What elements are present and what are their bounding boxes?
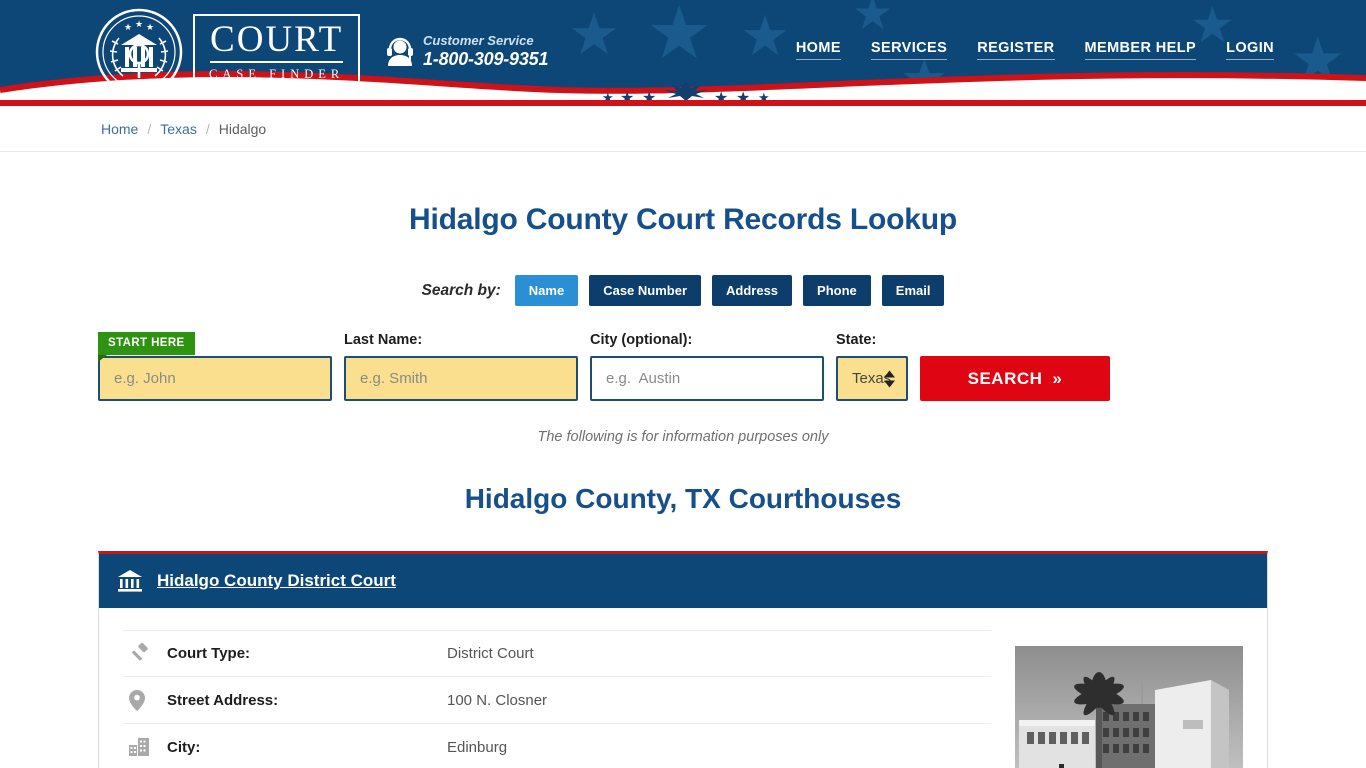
nav-item-services[interactable]: SERVICES	[870, 40, 948, 60]
courthouse-bank-icon	[118, 570, 142, 592]
last-name-label: Last Name:	[344, 332, 423, 348]
breadcrumb: Home / Texas / Hidalgo	[0, 106, 1366, 152]
breadcrumb-separator: /	[147, 120, 152, 137]
logo-title: COURT	[210, 21, 344, 63]
breadcrumb-item-current: Hidalgo	[218, 120, 267, 137]
breadcrumb-separator: /	[205, 120, 210, 137]
tab-name[interactable]: Name	[514, 275, 579, 306]
gavel-icon	[123, 643, 167, 664]
search-form: START HERE First Name: Last Name: City (…	[0, 332, 1366, 401]
detail-key: Street Address:	[167, 691, 279, 709]
last-name-input[interactable]	[344, 356, 578, 401]
information-disclaimer: The following is for information purpose…	[537, 429, 829, 445]
site-logo[interactable]: ★ ★ ★ COURT CASE FINDER	[95, 8, 361, 96]
logo-subtitle: CASE FINDER	[209, 67, 345, 81]
logo-wordmark: COURT CASE FINDER	[193, 14, 361, 90]
court-card: Hidalgo County District Court Court Type…	[98, 551, 1268, 768]
start-here-badge: START HERE	[98, 332, 195, 362]
detail-key: City:	[167, 738, 201, 756]
headset-support-icon	[387, 37, 413, 66]
state-select[interactable]: Texas	[836, 356, 908, 401]
city-label: City (optional):	[590, 332, 693, 348]
detail-value: 100 N. Closner	[447, 691, 548, 709]
svg-text:★: ★	[124, 23, 132, 33]
tab-case-number[interactable]: Case Number	[589, 275, 702, 306]
table-row: City: Edinburg	[123, 724, 991, 768]
first-name-input[interactable]	[98, 356, 332, 401]
nav-item-member-help[interactable]: MEMBER HELP	[1084, 40, 1197, 60]
court-seal-icon: ★ ★ ★	[95, 8, 183, 96]
search-button[interactable]: SEARCH »	[920, 356, 1110, 401]
detail-value: Edinburg	[447, 738, 508, 756]
customer-service-label: Customer Service	[423, 33, 534, 48]
table-row: Court Type: District Court	[123, 630, 991, 677]
building-icon	[123, 738, 167, 756]
state-label: State:	[836, 332, 877, 348]
nav-item-register[interactable]: REGISTER	[977, 40, 1055, 60]
court-name-link[interactable]: Hidalgo County District Court	[157, 571, 396, 591]
hidalgo-county-courthouse-photo	[1015, 646, 1243, 768]
city-field-group: City (optional):	[590, 332, 824, 401]
customer-service-phone[interactable]: 1-800-309-9351	[423, 49, 549, 71]
search-by-tabs: Search by: Name Case Number Address Phon…	[0, 275, 1366, 306]
breadcrumb-item-home[interactable]: Home	[101, 121, 138, 137]
search-button-label: SEARCH	[967, 368, 1043, 388]
detail-value: District Court	[447, 645, 534, 662]
tab-address[interactable]: Address	[712, 275, 793, 306]
main-navigation: HOME SERVICES REGISTER MEMBER HELP LOGIN	[795, 40, 1274, 60]
court-detail-list: Court Type: District Court Street Addres…	[123, 630, 991, 768]
detail-key: Court Type:	[167, 645, 251, 662]
last-name-field-group: Last Name:	[344, 332, 578, 401]
search-by-label: Search by:	[421, 281, 501, 299]
site-header: ★ ★ ★ ★ ★ ★ ★ ★ ★ ★ ★ ★ ★ ★ ★ ★ COURT CA…	[0, 0, 1366, 106]
city-input[interactable]	[590, 356, 824, 401]
page-title: Hidalgo County Court Records Lookup	[409, 203, 957, 236]
nav-item-login[interactable]: LOGIN	[1226, 40, 1274, 60]
breadcrumb-item-texas[interactable]: Texas	[160, 121, 197, 137]
courthouse-photo-wrap	[1015, 630, 1243, 768]
tab-email[interactable]: Email	[881, 275, 945, 306]
map-pin-icon	[123, 689, 167, 711]
court-card-header: Hidalgo County District Court	[99, 554, 1267, 608]
courthouses-section-title: Hidalgo County, TX Courthouses	[464, 483, 902, 514]
svg-text:★: ★	[146, 23, 154, 33]
nav-item-home[interactable]: HOME	[795, 40, 841, 60]
state-field-group: State: Texas	[836, 332, 908, 401]
double-chevron-right-icon: »	[1052, 368, 1063, 388]
court-card-body: Court Type: District Court Street Addres…	[99, 608, 1267, 768]
table-row: Street Address: 100 N. Closner	[123, 677, 991, 724]
page-content: Hidalgo County Court Records Lookup Sear…	[0, 203, 1366, 768]
customer-service-block: Customer Service 1-800-309-9351	[386, 33, 549, 71]
header-red-rule	[0, 100, 1366, 106]
svg-text:★: ★	[135, 20, 143, 30]
tab-phone[interactable]: Phone	[803, 275, 871, 306]
